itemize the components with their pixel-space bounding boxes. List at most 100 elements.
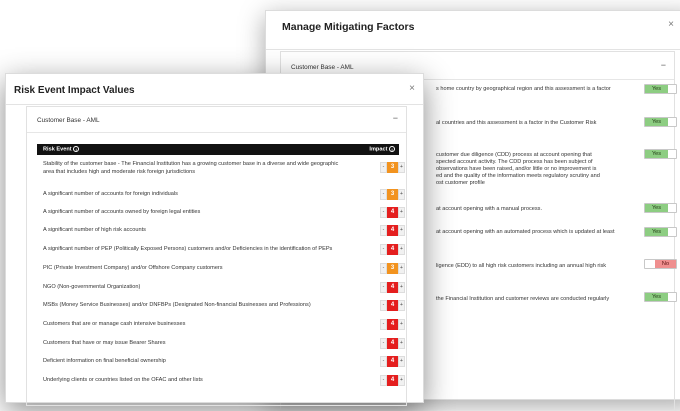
collapse-icon[interactable]: − bbox=[393, 113, 398, 123]
decrement-button[interactable]: - bbox=[380, 338, 387, 349]
factor-toggle[interactable]: Yes bbox=[644, 117, 677, 127]
factor-text: ligence (EDD) to all high risk customers… bbox=[436, 263, 607, 269]
impact-stepper: -4 + bbox=[380, 338, 405, 349]
factor-text: at account opening with an automated pro… bbox=[436, 229, 615, 235]
impact-value: 4 bbox=[387, 207, 398, 218]
decrement-button[interactable]: - bbox=[380, 282, 387, 293]
factor-toggle[interactable]: Yes bbox=[644, 292, 677, 302]
factor-row: customer due diligence (CDD) process at … bbox=[436, 152, 676, 187]
impact-stepper: -4 + bbox=[380, 319, 405, 330]
modal-title: Manage Mitigating Factors bbox=[282, 21, 415, 33]
risk-event-text: A significant number of accounts owned b… bbox=[43, 209, 201, 215]
risk-event-text: A significant number of high risk accoun… bbox=[43, 227, 146, 233]
impact-header-label: Impact bbox=[369, 146, 388, 153]
factor-toggle[interactable]: Yes bbox=[644, 227, 677, 237]
panel-title: Customer Base - AML bbox=[37, 117, 100, 124]
increment-button[interactable]: + bbox=[398, 189, 405, 200]
close-icon[interactable]: × bbox=[668, 19, 674, 30]
factor-row: the Financial Institution and customer r… bbox=[436, 296, 676, 303]
modal-title: Risk Event Impact Values bbox=[14, 85, 135, 96]
factor-text: ed and the quality of the information me… bbox=[436, 173, 600, 179]
risk-event-text: Stability of the customer base - The Fin… bbox=[43, 161, 339, 175]
decrement-button[interactable]: - bbox=[380, 263, 387, 274]
risk-event-impact-values-modal: Risk Event Impact Values × Customer Base… bbox=[5, 73, 424, 406]
decrement-button[interactable]: - bbox=[380, 189, 387, 200]
risk-event-text: Underlying clients or countries listed o… bbox=[43, 377, 203, 383]
decrement-button[interactable]: - bbox=[380, 375, 387, 386]
factor-row: ligence (EDD) to all high risk customers… bbox=[436, 263, 676, 270]
toggle-label: Yes bbox=[645, 293, 668, 301]
factor-row: at account opening with a manual process… bbox=[436, 206, 676, 213]
increment-button[interactable]: + bbox=[398, 356, 405, 367]
impact-stepper: -3 + bbox=[380, 189, 405, 200]
risk-event-text: Customers that are or manage cash intens… bbox=[43, 321, 186, 327]
factor-toggle[interactable]: Yes bbox=[644, 84, 677, 94]
divider bbox=[266, 49, 680, 50]
impact-value: 4 bbox=[387, 356, 398, 367]
factor-text: ost customer profile bbox=[436, 180, 485, 186]
info-icon[interactable]: i bbox=[389, 146, 395, 152]
impact-stepper: -3 + bbox=[380, 162, 405, 173]
factor-text: al countries and this assessment is a fa… bbox=[436, 120, 597, 126]
increment-button[interactable]: + bbox=[398, 263, 405, 274]
decrement-button[interactable]: - bbox=[380, 162, 387, 173]
impact-value: 4 bbox=[387, 244, 398, 255]
increment-button[interactable]: + bbox=[398, 225, 405, 236]
impact-value: 3 bbox=[387, 189, 398, 200]
increment-button[interactable]: + bbox=[398, 338, 405, 349]
decrement-button[interactable]: - bbox=[380, 319, 387, 330]
close-icon[interactable]: × bbox=[409, 83, 415, 94]
impact-stepper: -4 + bbox=[380, 207, 405, 218]
factor-toggle[interactable]: Yes bbox=[644, 203, 677, 213]
impact-stepper: -4 + bbox=[380, 225, 405, 236]
risk-event-header-label: Risk Event bbox=[43, 146, 72, 153]
impact-value: 3 bbox=[387, 162, 398, 173]
risk-event-header: Risk Event i bbox=[43, 146, 80, 153]
decrement-button[interactable]: - bbox=[380, 300, 387, 311]
increment-button[interactable]: + bbox=[398, 244, 405, 255]
risk-event-text: NGO (Non-governmental Organization) bbox=[43, 284, 141, 290]
factor-text: the Financial Institution and customer r… bbox=[436, 296, 610, 302]
factor-row: at account opening with an automated pro… bbox=[436, 229, 676, 236]
impact-value: 4 bbox=[387, 225, 398, 236]
toggle-label: No bbox=[655, 260, 676, 268]
toggle-label: Yes bbox=[645, 118, 668, 126]
impact-stepper: -4 + bbox=[380, 375, 405, 386]
risk-event-text: Customers that have or may issue Bearer … bbox=[43, 340, 166, 346]
factor-text: s home country by geographical region an… bbox=[436, 86, 611, 92]
risk-event-text: PIC (Private Investment Company) and/or … bbox=[43, 265, 223, 271]
increment-button[interactable]: + bbox=[398, 375, 405, 386]
increment-button[interactable]: + bbox=[398, 300, 405, 311]
factor-row: s home country by geographical region an… bbox=[436, 86, 676, 93]
factor-text: customer due diligence (CDD) process at … bbox=[436, 152, 592, 158]
impact-value: 3 bbox=[387, 263, 398, 274]
impact-value: 4 bbox=[387, 300, 398, 311]
collapse-icon[interactable]: − bbox=[661, 60, 666, 70]
impact-stepper: -4 + bbox=[380, 356, 405, 367]
impact-value: 4 bbox=[387, 319, 398, 330]
toggle-label: Yes bbox=[645, 204, 668, 212]
risk-event-text: A significant number of accounts for for… bbox=[43, 191, 178, 197]
increment-button[interactable]: + bbox=[398, 162, 405, 173]
factor-text: spected account activity. The CDD proces… bbox=[436, 159, 593, 165]
factor-toggle[interactable]: Yes bbox=[644, 149, 677, 159]
toggle-label: Yes bbox=[645, 150, 668, 158]
info-icon[interactable]: i bbox=[73, 146, 80, 152]
table-header: Risk Event i Impact i bbox=[37, 144, 399, 155]
panel-title: Customer Base - AML bbox=[291, 64, 354, 71]
increment-button[interactable]: + bbox=[398, 319, 405, 330]
factor-toggle[interactable]: No bbox=[644, 259, 677, 269]
decrement-button[interactable]: - bbox=[380, 244, 387, 255]
impact-header: Impact i bbox=[369, 146, 395, 152]
decrement-button[interactable]: - bbox=[380, 225, 387, 236]
factor-row: al countries and this assessment is a fa… bbox=[436, 120, 676, 127]
decrement-button[interactable]: - bbox=[380, 207, 387, 218]
risk-event-text: MSBs (Money Service Businesses) and/or D… bbox=[43, 302, 311, 308]
increment-button[interactable]: + bbox=[398, 207, 405, 218]
toggle-label: Yes bbox=[645, 85, 668, 93]
divider bbox=[6, 104, 423, 105]
risk-events-panel: Customer Base - AML − Risk Event i Impac… bbox=[26, 106, 407, 406]
increment-button[interactable]: + bbox=[398, 282, 405, 293]
decrement-button[interactable]: - bbox=[380, 356, 387, 367]
impact-stepper: -4 + bbox=[380, 300, 405, 311]
